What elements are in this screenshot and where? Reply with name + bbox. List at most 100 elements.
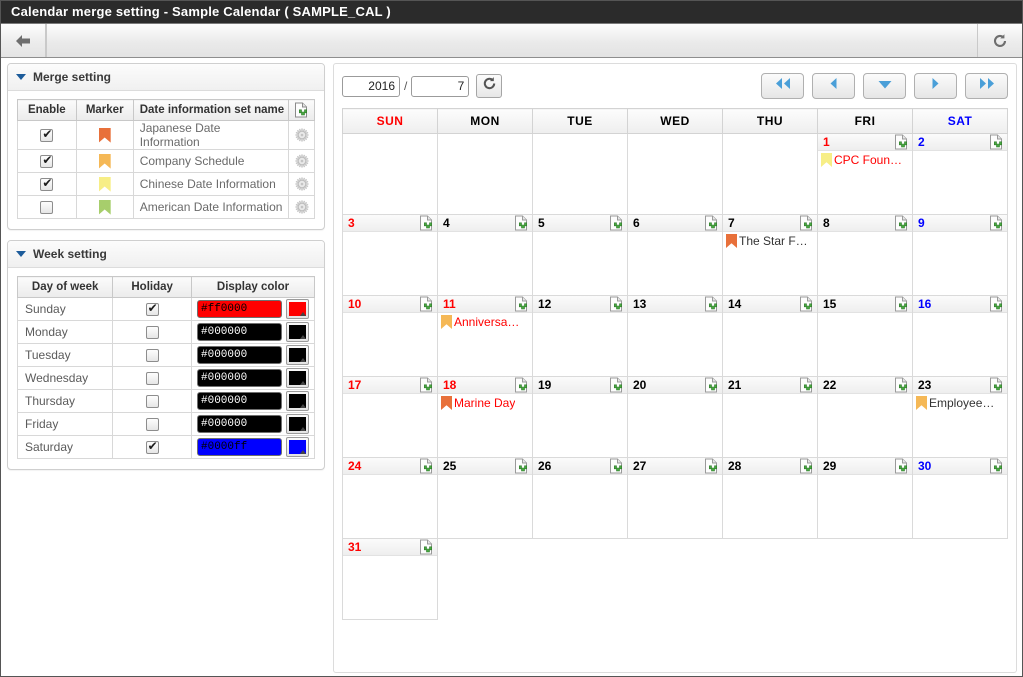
add-date-info-set-button[interactable]	[288, 99, 315, 121]
enable-checkbox[interactable]	[40, 153, 54, 169]
color-hex-input[interactable]	[197, 323, 282, 341]
calendar-day-cell[interactable]: 23 Employee…	[912, 376, 1008, 458]
calendar-day-cell[interactable]: 31	[342, 538, 438, 620]
calendar-day-cell[interactable]: 22	[817, 376, 913, 458]
calendar-day-cell[interactable]: 12	[532, 295, 628, 377]
merge-table-row[interactable]: American Date Information	[17, 195, 315, 219]
calendar-event[interactable]: CPC Foun…	[821, 153, 910, 168]
add-event-button[interactable]	[419, 215, 434, 231]
add-event-button[interactable]	[609, 458, 624, 474]
merge-table-row[interactable]: Japanese Date Information	[17, 120, 315, 150]
calendar-day-cell[interactable]: 30	[912, 457, 1008, 539]
collapse-caret-icon[interactable]	[16, 74, 26, 80]
holiday-checkbox[interactable]	[145, 326, 159, 340]
add-event-button[interactable]	[799, 377, 814, 393]
calendar-event[interactable]: Marine Day	[441, 396, 530, 411]
calendar-day-cell[interactable]: 5	[532, 214, 628, 296]
calendar-day-cell[interactable]: 26	[532, 457, 628, 539]
add-event-button[interactable]	[799, 296, 814, 312]
calendar-day-cell[interactable]: 17	[342, 376, 438, 458]
enable-checkbox[interactable]	[40, 176, 54, 192]
holiday-checkbox[interactable]	[145, 372, 159, 386]
toolbar-refresh-button[interactable]	[977, 24, 1022, 57]
add-event-button[interactable]	[704, 458, 719, 474]
add-event-button[interactable]	[704, 377, 719, 393]
calendar-day-cell[interactable]: 1 CPC Foun…	[817, 133, 913, 215]
calendar-day-cell[interactable]: 24	[342, 457, 438, 539]
add-event-button[interactable]	[894, 458, 909, 474]
color-picker-button[interactable]	[286, 437, 309, 457]
calendar-day-cell[interactable]: 21	[722, 376, 818, 458]
calendar-event[interactable]: The Star F…	[726, 234, 815, 249]
add-event-button[interactable]	[799, 215, 814, 231]
calendar-day-cell[interactable]: 2	[912, 133, 1008, 215]
add-event-button[interactable]	[989, 377, 1004, 393]
calendar-day-cell[interactable]: 11 Anniversa…	[437, 295, 533, 377]
add-event-button[interactable]	[704, 215, 719, 231]
first-button[interactable]	[761, 73, 804, 99]
calendar-day-cell[interactable]: 10	[342, 295, 438, 377]
calendar-day-cell[interactable]: 9	[912, 214, 1008, 296]
merge-settings-button[interactable]	[288, 120, 315, 150]
color-hex-input[interactable]	[197, 438, 282, 456]
calendar-day-cell[interactable]: 14	[722, 295, 818, 377]
calendar-day-cell[interactable]: 6	[627, 214, 723, 296]
add-event-button[interactable]	[894, 134, 909, 150]
merge-settings-button[interactable]	[288, 149, 315, 173]
merge-table-row[interactable]: Company Schedule	[17, 149, 315, 173]
add-event-button[interactable]	[894, 215, 909, 231]
holiday-checkbox[interactable]	[145, 439, 159, 455]
calendar-day-cell[interactable]: 19	[532, 376, 628, 458]
calendar-day-cell[interactable]: 20	[627, 376, 723, 458]
holiday-checkbox[interactable]	[145, 349, 159, 363]
holiday-checkbox[interactable]	[145, 395, 159, 409]
color-picker-button[interactable]	[286, 391, 309, 411]
color-picker-button[interactable]	[286, 299, 309, 319]
color-picker-button[interactable]	[286, 414, 309, 434]
calendar-day-cell[interactable]: 28	[722, 457, 818, 539]
back-button[interactable]	[1, 24, 46, 57]
add-event-button[interactable]	[609, 215, 624, 231]
calendar-day-cell[interactable]: 18 Marine Day	[437, 376, 533, 458]
add-event-button[interactable]	[989, 134, 1004, 150]
add-event-button[interactable]	[704, 296, 719, 312]
enable-checkbox[interactable]	[40, 201, 54, 215]
today-button[interactable]	[863, 73, 906, 99]
year-input[interactable]	[342, 75, 400, 97]
calendar-day-cell[interactable]: 7 The Star F…	[722, 214, 818, 296]
add-event-button[interactable]	[894, 296, 909, 312]
calendar-event[interactable]: Employee…	[916, 396, 1005, 411]
next-button[interactable]	[914, 73, 957, 99]
merge-settings-button[interactable]	[288, 172, 315, 196]
calendar-day-cell[interactable]: 15	[817, 295, 913, 377]
add-event-button[interactable]	[609, 377, 624, 393]
add-event-button[interactable]	[514, 296, 529, 312]
calendar-day-cell[interactable]: 29	[817, 457, 913, 539]
add-event-button[interactable]	[419, 539, 434, 555]
color-hex-input[interactable]	[197, 300, 282, 318]
calendar-day-cell[interactable]: 4	[437, 214, 533, 296]
color-picker-button[interactable]	[286, 322, 309, 342]
add-event-button[interactable]	[514, 215, 529, 231]
color-picker-button[interactable]	[286, 345, 309, 365]
previous-button[interactable]	[812, 73, 855, 99]
holiday-checkbox[interactable]	[145, 418, 159, 432]
holiday-checkbox[interactable]	[145, 301, 159, 317]
color-hex-input[interactable]	[197, 392, 282, 410]
calendar-day-cell[interactable]: 13	[627, 295, 723, 377]
color-hex-input[interactable]	[197, 415, 282, 433]
add-event-button[interactable]	[989, 215, 1004, 231]
add-event-button[interactable]	[514, 458, 529, 474]
add-event-button[interactable]	[894, 377, 909, 393]
color-hex-input[interactable]	[197, 346, 282, 364]
calendar-event[interactable]: Anniversa…	[441, 315, 530, 330]
merge-table-row[interactable]: Chinese Date Information	[17, 172, 315, 196]
add-event-button[interactable]	[419, 377, 434, 393]
color-picker-button[interactable]	[286, 368, 309, 388]
month-input[interactable]	[411, 75, 470, 97]
calendar-day-cell[interactable]: 27	[627, 457, 723, 539]
merge-settings-button[interactable]	[288, 195, 315, 219]
calendar-day-cell[interactable]: 25	[437, 457, 533, 539]
color-hex-input[interactable]	[197, 369, 282, 387]
add-event-button[interactable]	[989, 458, 1004, 474]
